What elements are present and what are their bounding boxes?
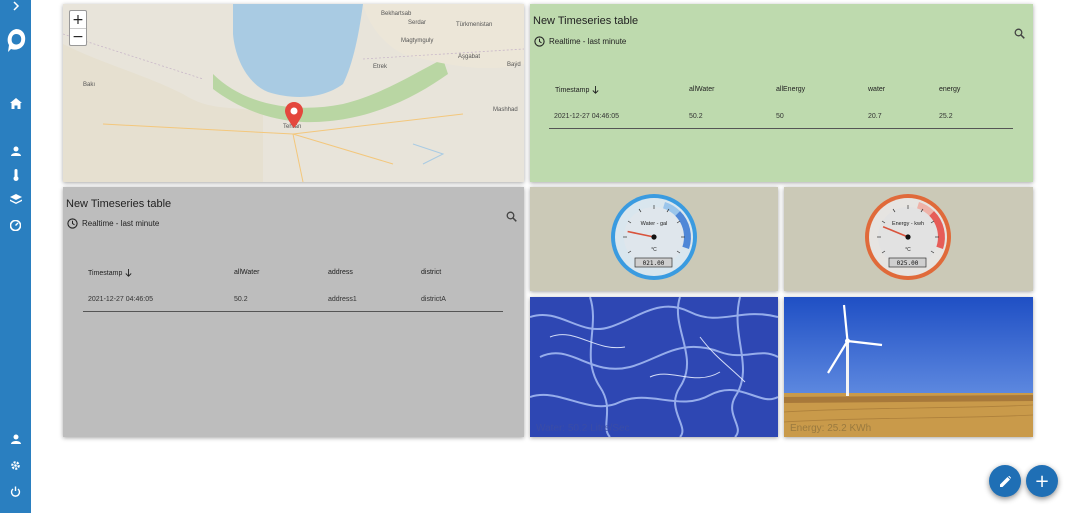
water-image-widget: Water: 50.2 Litre/Sec: [530, 297, 778, 437]
cell-energy: 25.2: [939, 113, 953, 120]
timeseries-table-widget-2: New Timeseries table Realtime - last min…: [63, 187, 524, 437]
power-icon[interactable]: [0, 484, 31, 498]
energy-gauge: Energy - kwh °C 025.00: [865, 194, 951, 280]
map-label: Etrek: [373, 64, 388, 70]
column-header-water[interactable]: water: [868, 86, 885, 93]
cell-timestamp: 2021-12-27 04:46:05: [554, 113, 619, 120]
water-background-image: [530, 297, 778, 437]
map-label: Bekhartsab: [381, 11, 412, 17]
gauge-value-display: 021.00: [643, 260, 665, 267]
chevron-right-icon[interactable]: [0, 0, 31, 12]
cell-district: districtA: [421, 296, 446, 303]
map-label: Baýd: [507, 62, 521, 68]
water-caption: Water: 50.2 Litre/Sec: [536, 423, 630, 434]
clock-icon: [534, 36, 545, 47]
energy-gauge-widget: Energy - kwh °C 025.00: [784, 187, 1033, 291]
timewindow-label: Realtime - last minute: [549, 37, 627, 46]
zoom-in-button[interactable]: +: [70, 11, 86, 28]
timewindow-label: Realtime - last minute: [82, 219, 160, 228]
cell-water: 20.7: [868, 113, 882, 120]
energy-image-widget: Energy: 25.2 KWh: [784, 297, 1033, 437]
cell-allwater: 50.2: [234, 296, 248, 303]
table-row-divider: [83, 311, 503, 312]
wind-turbine-image: [784, 297, 1033, 437]
clock-icon: [67, 218, 78, 229]
map-canvas: [63, 4, 524, 182]
cell-allwater: 50.2: [689, 113, 703, 120]
map-marker-icon[interactable]: [285, 102, 303, 133]
energy-caption: Energy: 25.2 KWh: [790, 423, 872, 434]
map-zoom-control: + −: [69, 10, 87, 46]
sidebar: [0, 0, 31, 513]
thermometer-icon[interactable]: [0, 168, 31, 182]
map-label: Aşgabat: [458, 54, 481, 60]
home-icon[interactable]: [0, 96, 31, 110]
column-header-allwater[interactable]: allWater: [689, 86, 714, 93]
column-header-address[interactable]: address: [328, 269, 353, 276]
sort-arrow-down-icon: [125, 269, 132, 277]
edit-button[interactable]: [989, 465, 1021, 497]
cell-timestamp: 2021-12-27 04:46:05: [88, 296, 153, 303]
widget-title: New Timeseries table: [533, 15, 639, 27]
cell-allenergy: 50: [776, 113, 784, 120]
map-label: Magtymguly: [401, 38, 434, 44]
account-icon[interactable]: [0, 432, 31, 446]
user-icon[interactable]: [0, 144, 31, 158]
gauge-unit: °C: [651, 247, 657, 253]
dashboard-icon[interactable]: [0, 218, 31, 232]
widget-subtitle: Realtime - last minute: [67, 218, 159, 229]
column-header-district[interactable]: district: [421, 269, 441, 276]
map-label: Mashhad: [493, 107, 518, 113]
layers-icon[interactable]: [0, 192, 31, 206]
table-row-divider: [549, 128, 1013, 129]
zoom-out-button[interactable]: −: [70, 28, 86, 45]
logo-icon[interactable]: [0, 26, 31, 54]
column-header-allenergy[interactable]: allEnergy: [776, 86, 805, 93]
column-header-energy[interactable]: energy: [939, 86, 960, 93]
column-header-timestamp[interactable]: Timestamp: [555, 86, 599, 94]
gauge-label: Water - gal: [641, 221, 668, 227]
timeseries-table-widget-1: New Timeseries table Realtime - last min…: [530, 4, 1033, 182]
gauge-unit: °C: [905, 247, 911, 253]
cell-address: address1: [328, 296, 357, 303]
water-gauge-widget: Water - gal °C 021.00: [530, 187, 778, 291]
widget-title: New Timeseries table: [66, 198, 172, 210]
column-header-allwater[interactable]: allWater: [234, 269, 259, 276]
column-header-timestamp[interactable]: Timestamp: [88, 269, 132, 277]
water-gauge: Water - gal °C 021.00: [611, 194, 697, 280]
edit-icon: [999, 475, 1011, 487]
settings-icon[interactable]: [0, 458, 31, 472]
gauge-label: Energy - kwh: [892, 221, 924, 227]
widget-subtitle: Realtime - last minute: [534, 36, 626, 47]
gauge-value-display: 025.00: [897, 260, 919, 267]
map-label: Türkmenistan: [456, 22, 493, 28]
search-icon[interactable]: [506, 209, 517, 227]
add-widget-button[interactable]: +: [1026, 465, 1058, 497]
sort-arrow-down-icon: [592, 86, 599, 94]
map-widget[interactable]: Bekhartsab Serdar Türkmenistan Magtymgul…: [63, 4, 524, 182]
map-label: Serdar: [408, 20, 427, 26]
map-label: Bakı: [83, 82, 96, 88]
search-icon[interactable]: [1014, 26, 1025, 44]
